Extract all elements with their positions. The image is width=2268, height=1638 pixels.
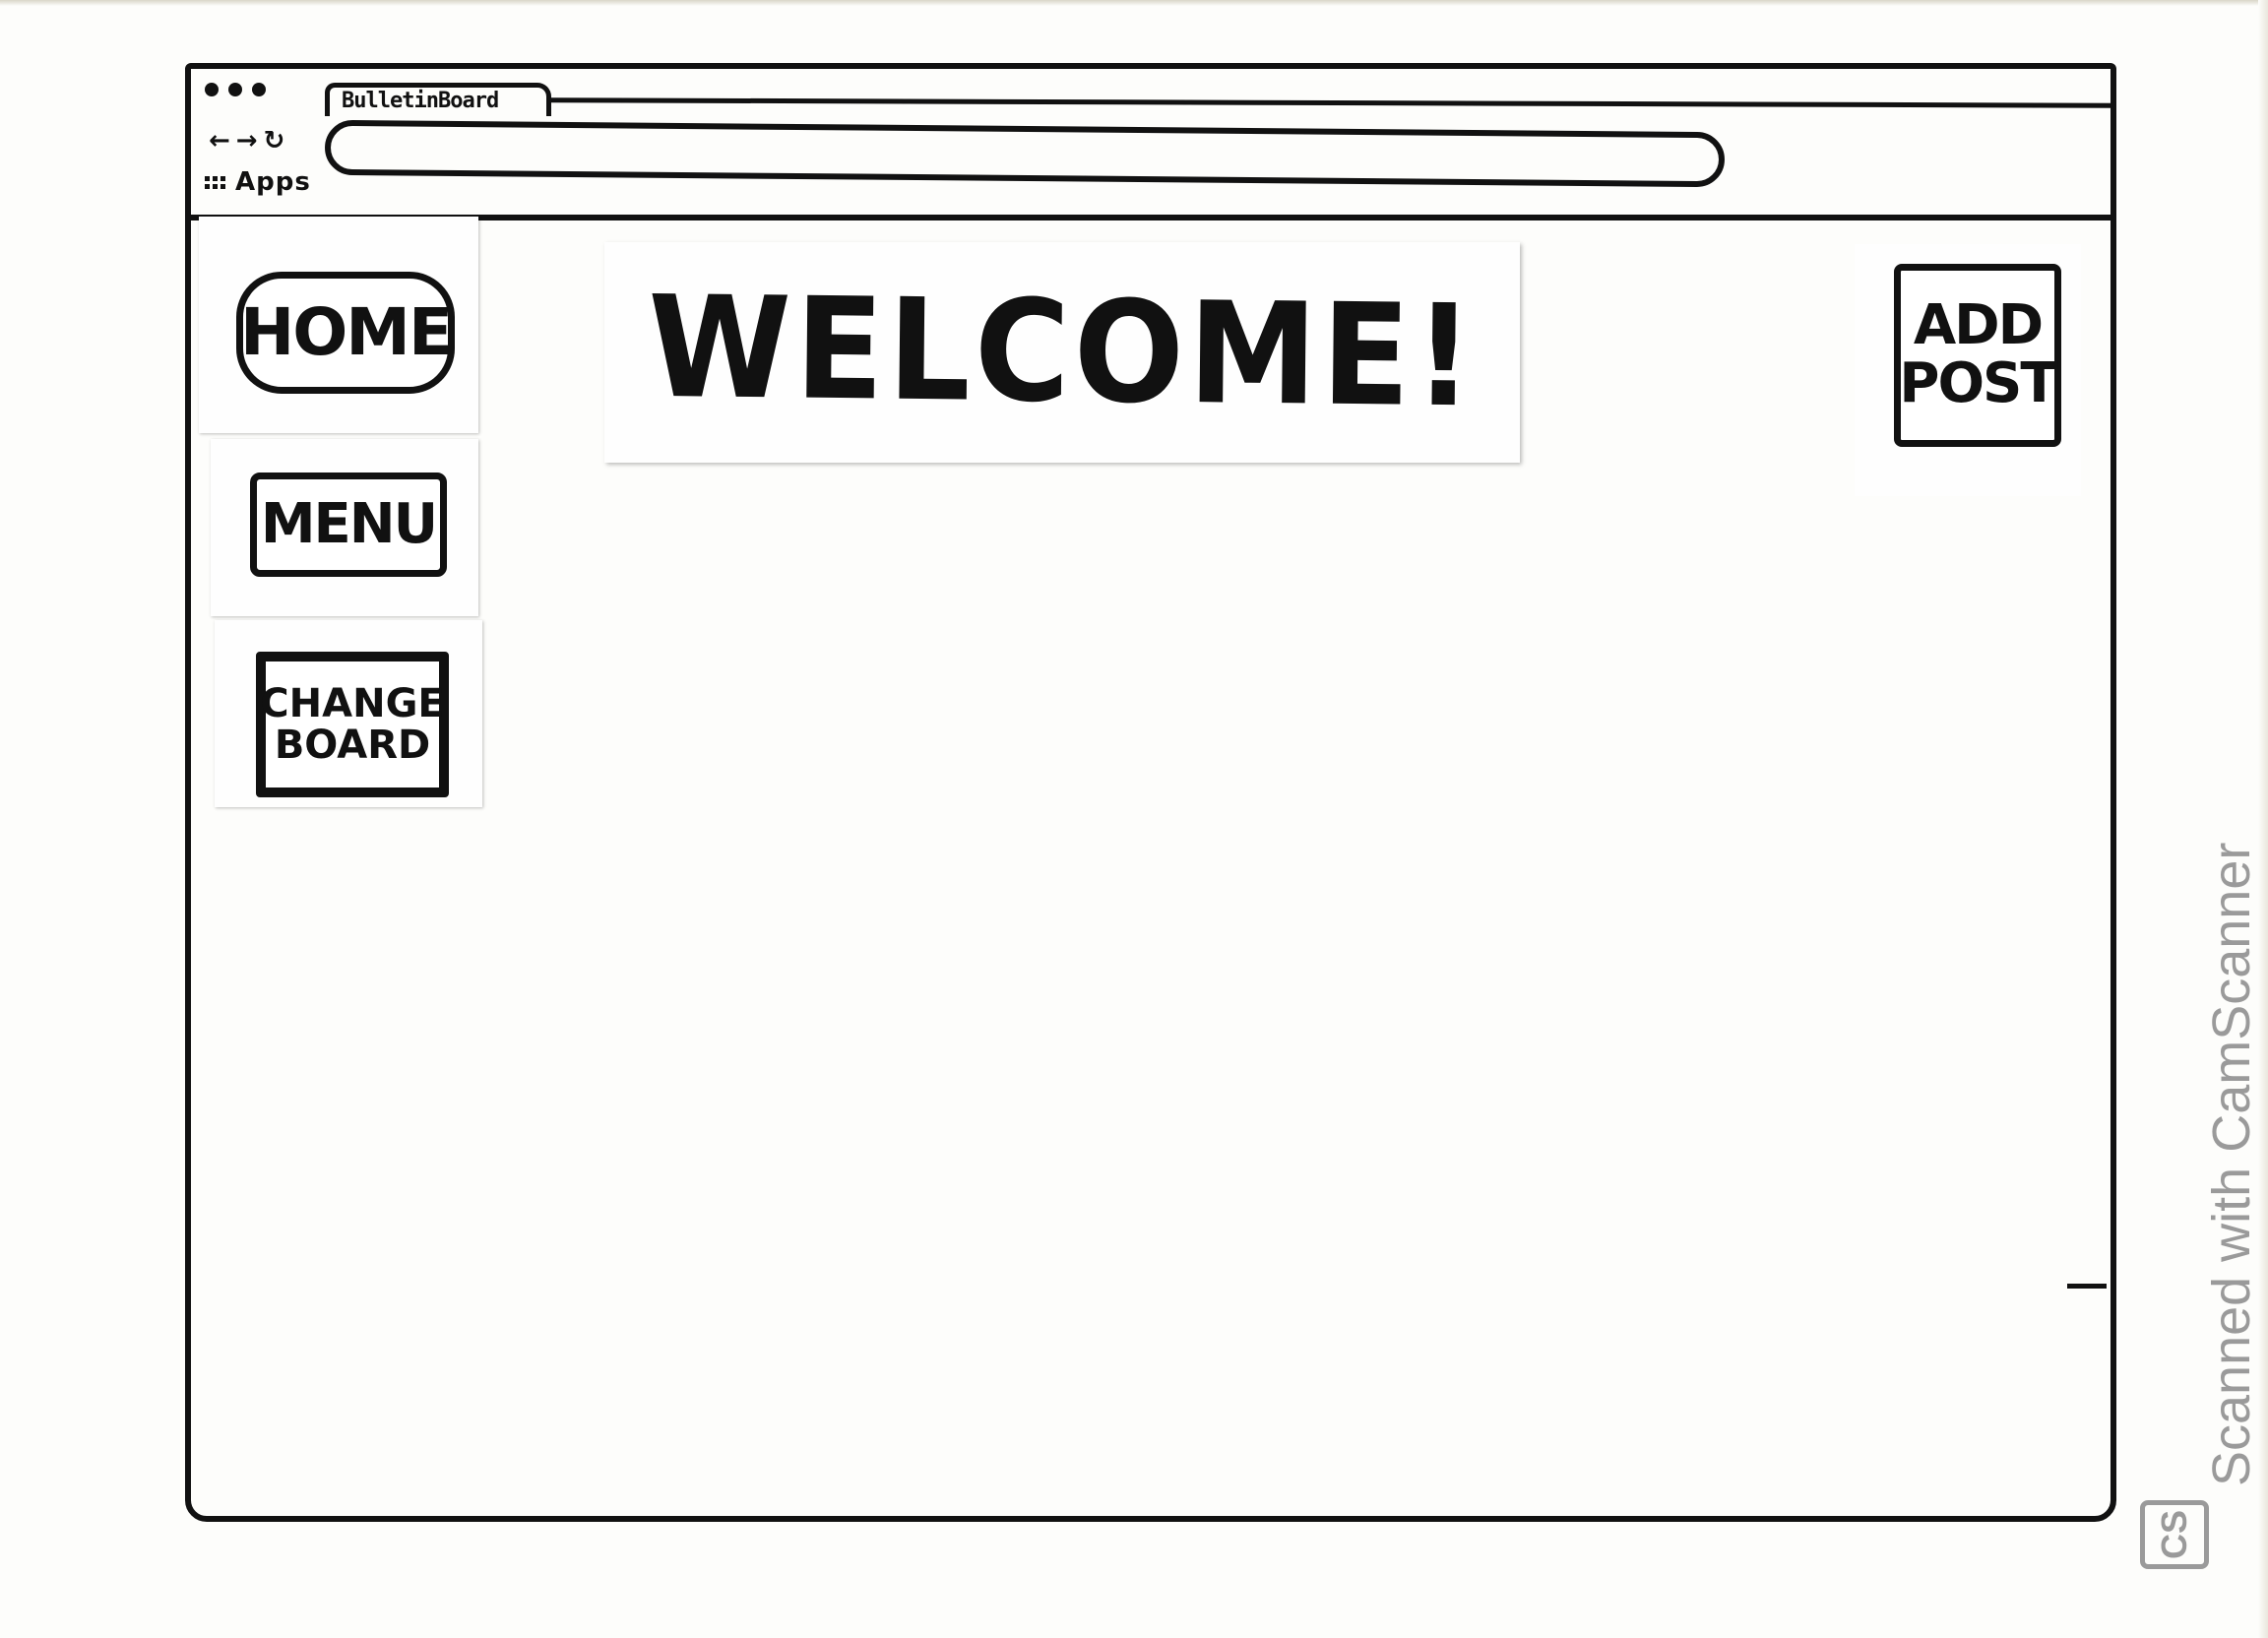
maximize-icon[interactable]	[252, 83, 266, 96]
scanner-logo-icon: CS	[2140, 1500, 2209, 1569]
tab-strip-line	[550, 97, 2113, 108]
menu-button[interactable]: MENU	[250, 472, 447, 577]
close-icon[interactable]	[205, 83, 219, 96]
browser-window: BulletinBoard ← → ↻ Apps HOME MENU CHANG…	[185, 63, 2116, 1522]
paper-edge	[0, 0, 2268, 6]
nav-controls: ← → ↻	[209, 126, 284, 156]
change-board-button[interactable]: CHANGE BOARD	[256, 652, 449, 797]
back-arrow-icon[interactable]: ←	[209, 126, 230, 156]
scanner-watermark: Scanned with CamScanner	[2202, 842, 2261, 1486]
add-post-card: ADD POST	[1855, 244, 2081, 496]
reload-icon[interactable]: ↻	[264, 126, 285, 156]
scrollbar-mark	[2067, 1284, 2107, 1289]
apps-bookmark[interactable]: Apps	[235, 167, 311, 197]
browser-chrome: BulletinBoard ← → ↻ Apps	[191, 69, 2113, 220]
apps-grid-icon[interactable]	[205, 175, 225, 189]
window-controls	[205, 83, 266, 96]
sidebar: HOME MENU CHANGE BOARD	[199, 217, 482, 807]
tab-title: BulletinBoard	[342, 89, 499, 113]
minimize-icon[interactable]	[228, 83, 242, 96]
bookmarks-bar: Apps	[205, 167, 311, 197]
welcome-banner: WELCOME!	[604, 242, 1520, 463]
address-bar[interactable]	[324, 119, 1726, 188]
home-button[interactable]: HOME	[236, 272, 455, 394]
forward-arrow-icon[interactable]: →	[236, 126, 258, 156]
add-post-button[interactable]: ADD POST	[1894, 264, 2061, 447]
browser-tab[interactable]: BulletinBoard	[325, 83, 551, 116]
page-title: WELCOME!	[646, 266, 1479, 439]
